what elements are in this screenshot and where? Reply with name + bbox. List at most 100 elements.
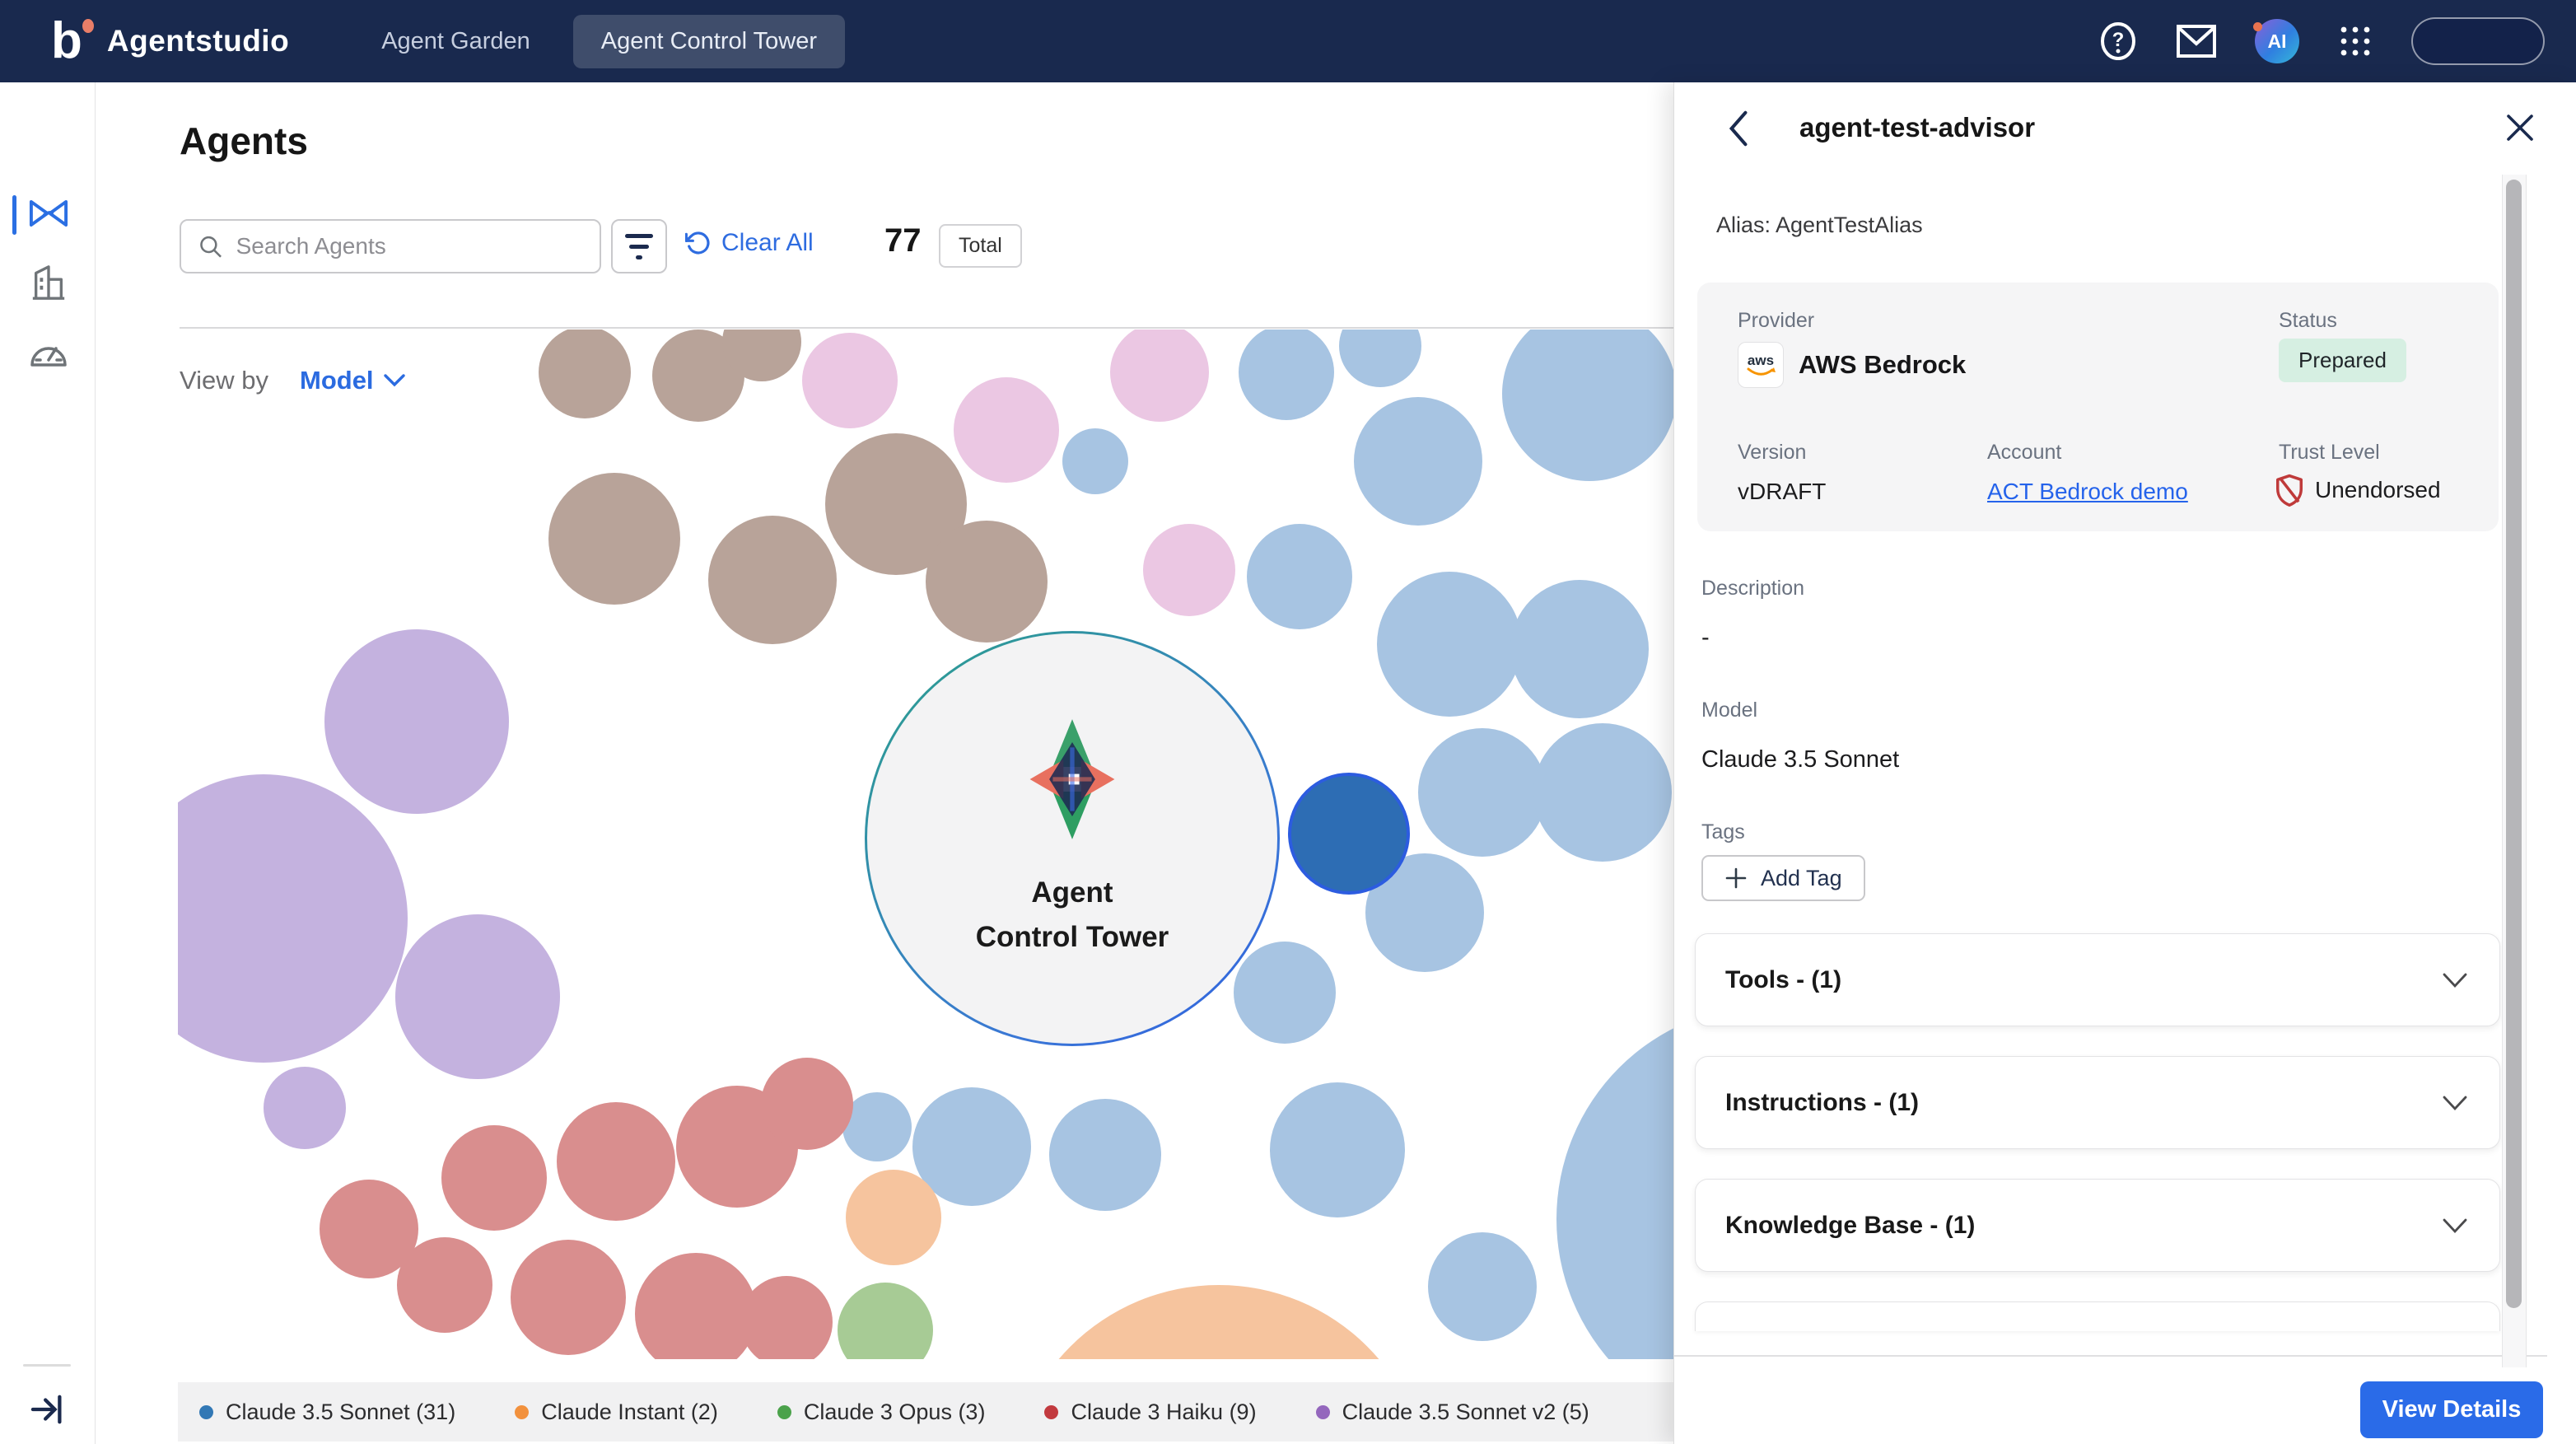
- mail-icon[interactable]: [2176, 24, 2217, 58]
- bubble[interactable]: [1270, 1082, 1405, 1217]
- bubble[interactable]: [802, 333, 898, 428]
- bubble[interactable]: [324, 629, 509, 814]
- center-bubble-agent-control-tower[interactable]: Agent Control Tower: [865, 631, 1280, 1046]
- bubble[interactable]: [846, 1170, 941, 1265]
- tags-label: Tags: [1701, 820, 1745, 844]
- model-label: Model: [1701, 699, 1757, 722]
- bubble[interactable]: [1502, 329, 1673, 481]
- accordion-label: Knowledge Base - (1): [1725, 1212, 1975, 1240]
- bubble[interactable]: [740, 1276, 833, 1359]
- accordion-section[interactable]: Knowledge Base - (1): [1695, 1179, 2500, 1272]
- bubble[interactable]: [539, 329, 631, 418]
- trust-level-text: Unendorsed: [2315, 477, 2441, 503]
- expand-sidebar-button[interactable]: [28, 1389, 69, 1430]
- bubble[interactable]: [1143, 524, 1235, 616]
- bubble[interactable]: [1239, 329, 1334, 420]
- search-agents-input[interactable]: [236, 233, 583, 259]
- bubble[interactable]: [178, 774, 408, 1063]
- add-tag-label: Add Tag: [1761, 866, 1842, 891]
- bubble[interactable]: [1428, 1232, 1537, 1341]
- legend-color-dot: [1044, 1405, 1058, 1419]
- clear-all-label: Clear All: [721, 229, 814, 257]
- bubble[interactable]: [708, 516, 837, 644]
- status-label: Status: [2279, 309, 2337, 333]
- legend-item: Claude Instant (2): [515, 1400, 718, 1425]
- bubble[interactable]: [954, 377, 1059, 483]
- tab-agent-control-tower[interactable]: Agent Control Tower: [573, 15, 845, 68]
- accordion-section[interactable]: Tools - (1): [1695, 933, 2500, 1026]
- shield-slash-icon: [2274, 472, 2305, 508]
- sidebar-divider: [23, 1364, 71, 1367]
- bubble[interactable]: [1247, 524, 1352, 629]
- sidebar-item-dashboard[interactable]: [28, 331, 69, 372]
- version-label: Version: [1738, 441, 1806, 465]
- account-pill-button[interactable]: [2411, 17, 2545, 65]
- bubble-selected-agent[interactable]: [1288, 773, 1410, 895]
- accordion-section-partial[interactable]: [1695, 1301, 2500, 1331]
- account-link[interactable]: ACT Bedrock demo: [1987, 479, 2188, 505]
- bubble[interactable]: [1049, 1099, 1161, 1211]
- panel-scrollbar-thumb[interactable]: [2506, 180, 2522, 1308]
- bubble[interactable]: [1234, 942, 1336, 1044]
- chevron-left-icon: [1720, 109, 1757, 148]
- bubble[interactable]: [1377, 572, 1522, 717]
- bubble[interactable]: [635, 1253, 757, 1359]
- legend-item: Claude 3 Opus (3): [777, 1400, 986, 1425]
- bubble[interactable]: [1556, 1005, 1673, 1359]
- sidebar-item-organization[interactable]: [28, 262, 69, 303]
- view-details-button[interactable]: View Details: [2360, 1381, 2543, 1438]
- bubble[interactable]: [1510, 580, 1649, 718]
- bubble[interactable]: [1533, 723, 1672, 862]
- page-title: Agents: [180, 119, 308, 163]
- provider-value: aws AWS Bedrock: [1738, 342, 1966, 388]
- accordion-section[interactable]: Instructions - (1): [1695, 1056, 2500, 1149]
- brand: b Agentstudio: [51, 16, 289, 67]
- top-navbar: b Agentstudio Agent Garden Agent Control…: [0, 0, 2576, 82]
- agent-info-card: Provider aws AWS Bedrock Status Prepared…: [1697, 283, 2499, 531]
- bubble[interactable]: [557, 1102, 675, 1221]
- brand-name: Agentstudio: [107, 24, 289, 58]
- agent-alias: Alias: AgentTestAlias: [1716, 213, 1923, 238]
- bubble[interactable]: [1339, 329, 1421, 387]
- bubble[interactable]: [511, 1240, 626, 1355]
- legend-label: Claude 3.5 Sonnet v2 (5): [1342, 1400, 1589, 1425]
- agent-details-panel: agent-test-advisor Alias: AgentTestAlias…: [1673, 82, 2576, 1444]
- organization-building-icon: [30, 264, 68, 301]
- agents-bowtie-icon: [28, 197, 69, 230]
- bubble[interactable]: [395, 914, 560, 1079]
- provider-name: AWS Bedrock: [1799, 350, 1966, 380]
- tab-agent-garden[interactable]: Agent Garden: [360, 15, 552, 68]
- apps-grid-icon[interactable]: [2337, 23, 2373, 59]
- bubble[interactable]: [548, 473, 680, 605]
- bubble[interactable]: [264, 1067, 346, 1149]
- agents-total-count: 77: [884, 222, 922, 259]
- filter-icon: [625, 234, 653, 238]
- bubble[interactable]: [838, 1283, 933, 1359]
- legend-label: Claude 3 Opus (3): [804, 1400, 986, 1425]
- bubble[interactable]: [1110, 329, 1209, 422]
- sidebar-item-agents[interactable]: [28, 193, 69, 234]
- version-value: vDRAFT: [1738, 479, 1826, 505]
- help-icon[interactable]: ?: [2098, 21, 2138, 61]
- user-avatar[interactable]: AI: [2255, 19, 2299, 63]
- bubble[interactable]: [926, 521, 1048, 643]
- nav-tabs: Agent Garden Agent Control Tower: [360, 15, 845, 68]
- back-button[interactable]: [1720, 109, 1760, 148]
- filter-button[interactable]: [611, 219, 667, 273]
- clear-all-button[interactable]: Clear All: [685, 229, 814, 257]
- bubble[interactable]: [761, 1058, 853, 1150]
- bubble[interactable]: [1009, 1285, 1429, 1359]
- bubble[interactable]: [320, 1180, 418, 1278]
- footer-divider: [1674, 1355, 2547, 1357]
- legend-label: Claude 3 Haiku (9): [1071, 1400, 1256, 1425]
- bubble[interactable]: [1062, 428, 1128, 494]
- add-tag-button[interactable]: Add Tag: [1701, 855, 1865, 901]
- description-label: Description: [1701, 577, 1804, 600]
- bubble[interactable]: [1354, 397, 1482, 526]
- close-icon[interactable]: [2503, 110, 2539, 147]
- header-divider: [180, 327, 1673, 329]
- bubble[interactable]: [441, 1125, 547, 1231]
- navbar-actions: ? AI: [2098, 17, 2545, 65]
- bubble[interactable]: [1418, 728, 1547, 857]
- total-badge: Total: [939, 224, 1022, 268]
